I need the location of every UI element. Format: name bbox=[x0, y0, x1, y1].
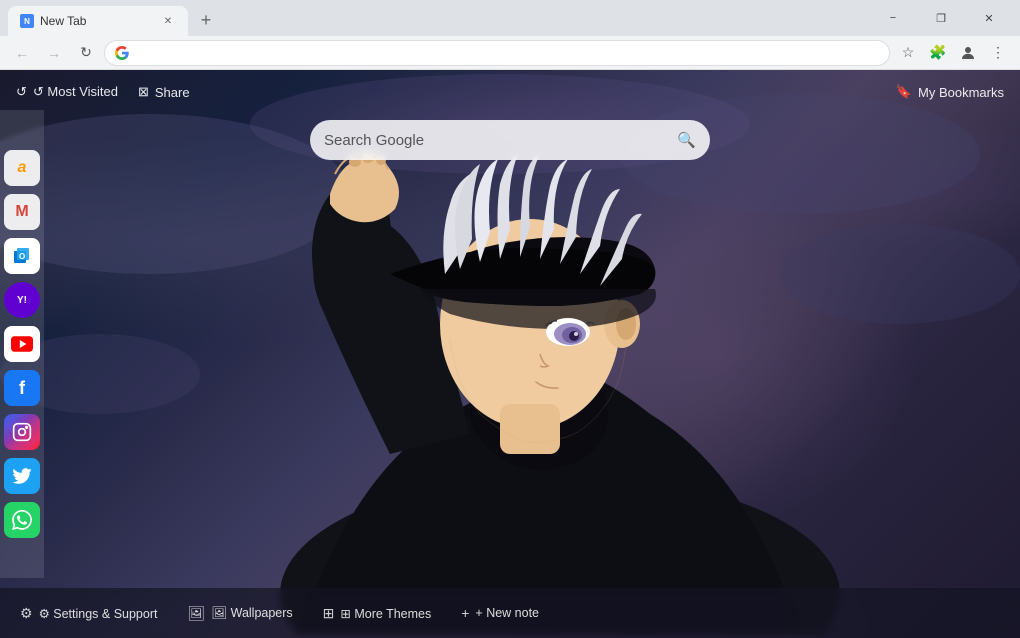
shortcut-facebook[interactable]: f bbox=[4, 370, 40, 406]
url-bar[interactable] bbox=[104, 40, 890, 66]
search-box[interactable]: Search Google 🔍 bbox=[310, 120, 710, 160]
new-note-label: + New note bbox=[475, 606, 539, 620]
settings-label: ⚙ Settings & Support bbox=[39, 606, 158, 621]
minimize-button[interactable]: − bbox=[870, 3, 916, 33]
address-bar: ← → ↻ ☆ 🧩 ⋮ bbox=[0, 36, 1020, 70]
new-note-icon: + bbox=[461, 605, 469, 621]
search-container: Search Google 🔍 bbox=[310, 120, 710, 160]
most-visited-button[interactable]: ↺ ↺ Most Visited bbox=[16, 84, 118, 100]
tab-close-button[interactable]: ✕ bbox=[160, 13, 176, 29]
shortcut-instagram[interactable] bbox=[4, 414, 40, 450]
shortcut-gmail[interactable]: M bbox=[4, 194, 40, 230]
window-frame: N New Tab ✕ + − ❐ ✕ ← → ↻ bbox=[0, 0, 1020, 638]
settings-icon: ⚙ bbox=[20, 605, 33, 622]
wallpapers-label: 🖼 Wallpapers bbox=[211, 606, 292, 621]
share-button[interactable]: ⊠ Share bbox=[138, 84, 190, 100]
bookmarks-icon: 🔖 bbox=[896, 84, 912, 100]
forward-button[interactable]: → bbox=[40, 39, 68, 67]
shortcut-yahoo[interactable]: Y! bbox=[4, 282, 40, 318]
themes-icon: ⊞ bbox=[323, 605, 335, 622]
more-themes-label: ⊞ More Themes bbox=[340, 606, 431, 621]
back-button[interactable]: ← bbox=[8, 39, 36, 67]
shortcut-whatsapp[interactable] bbox=[4, 502, 40, 538]
most-visited-label: ↺ Most Visited bbox=[33, 84, 118, 100]
new-note-button[interactable]: + + New note bbox=[461, 605, 539, 621]
left-shortcuts: a M O Y! f bbox=[0, 110, 44, 578]
bookmarks-bar: ↺ ↺ Most Visited ⊠ Share 🔖 My Bookmarks bbox=[0, 70, 1020, 114]
restore-button[interactable]: ❐ bbox=[918, 3, 964, 33]
title-bar: N New Tab ✕ + − ❐ ✕ bbox=[0, 0, 1020, 36]
share-icon: ⊠ bbox=[138, 84, 149, 100]
tab-favicon: N bbox=[20, 14, 34, 28]
search-placeholder: Search Google bbox=[324, 132, 667, 149]
svg-text:O: O bbox=[19, 252, 25, 261]
profile-icon[interactable] bbox=[954, 39, 982, 67]
active-tab[interactable]: N New Tab ✕ bbox=[8, 6, 188, 36]
new-tab-button[interactable]: + bbox=[192, 6, 220, 34]
bottom-toolbar: ⚙ ⚙ Settings & Support 🖼 🖼 Wallpapers ⊞ … bbox=[0, 588, 1020, 638]
most-visited-icon: ↺ bbox=[16, 84, 27, 100]
shortcut-twitter[interactable] bbox=[4, 458, 40, 494]
google-favicon-icon bbox=[115, 46, 129, 60]
reload-button[interactable]: ↻ bbox=[72, 39, 100, 67]
wallpapers-button[interactable]: 🖼 🖼 Wallpapers bbox=[187, 605, 292, 622]
window-controls: − ❐ ✕ bbox=[870, 3, 1020, 33]
tab-title: New Tab bbox=[40, 14, 86, 28]
menu-icon[interactable]: ⋮ bbox=[984, 39, 1012, 67]
shortcut-outlook[interactable]: O bbox=[4, 238, 40, 274]
search-icon: 🔍 bbox=[677, 131, 696, 149]
tab-strip: N New Tab ✕ + bbox=[0, 0, 220, 36]
shortcut-amazon[interactable]: a bbox=[4, 150, 40, 186]
my-bookmarks-button[interactable]: 🔖 My Bookmarks bbox=[896, 84, 1004, 100]
new-tab-content: ↺ ↺ Most Visited ⊠ Share 🔖 My Bookmarks … bbox=[0, 70, 1020, 638]
wallpapers-icon: 🖼 bbox=[187, 605, 205, 622]
toolbar-icons: ☆ 🧩 ⋮ bbox=[894, 39, 1012, 67]
share-label: Share bbox=[155, 85, 190, 100]
bookmarks-label: My Bookmarks bbox=[918, 85, 1004, 100]
settings-button[interactable]: ⚙ ⚙ Settings & Support bbox=[20, 605, 157, 622]
close-button[interactable]: ✕ bbox=[966, 3, 1012, 33]
extensions-icon[interactable]: 🧩 bbox=[924, 39, 952, 67]
more-themes-button[interactable]: ⊞ ⊞ More Themes bbox=[323, 605, 432, 622]
shortcut-youtube[interactable] bbox=[4, 326, 40, 362]
bookmark-icon[interactable]: ☆ bbox=[894, 39, 922, 67]
